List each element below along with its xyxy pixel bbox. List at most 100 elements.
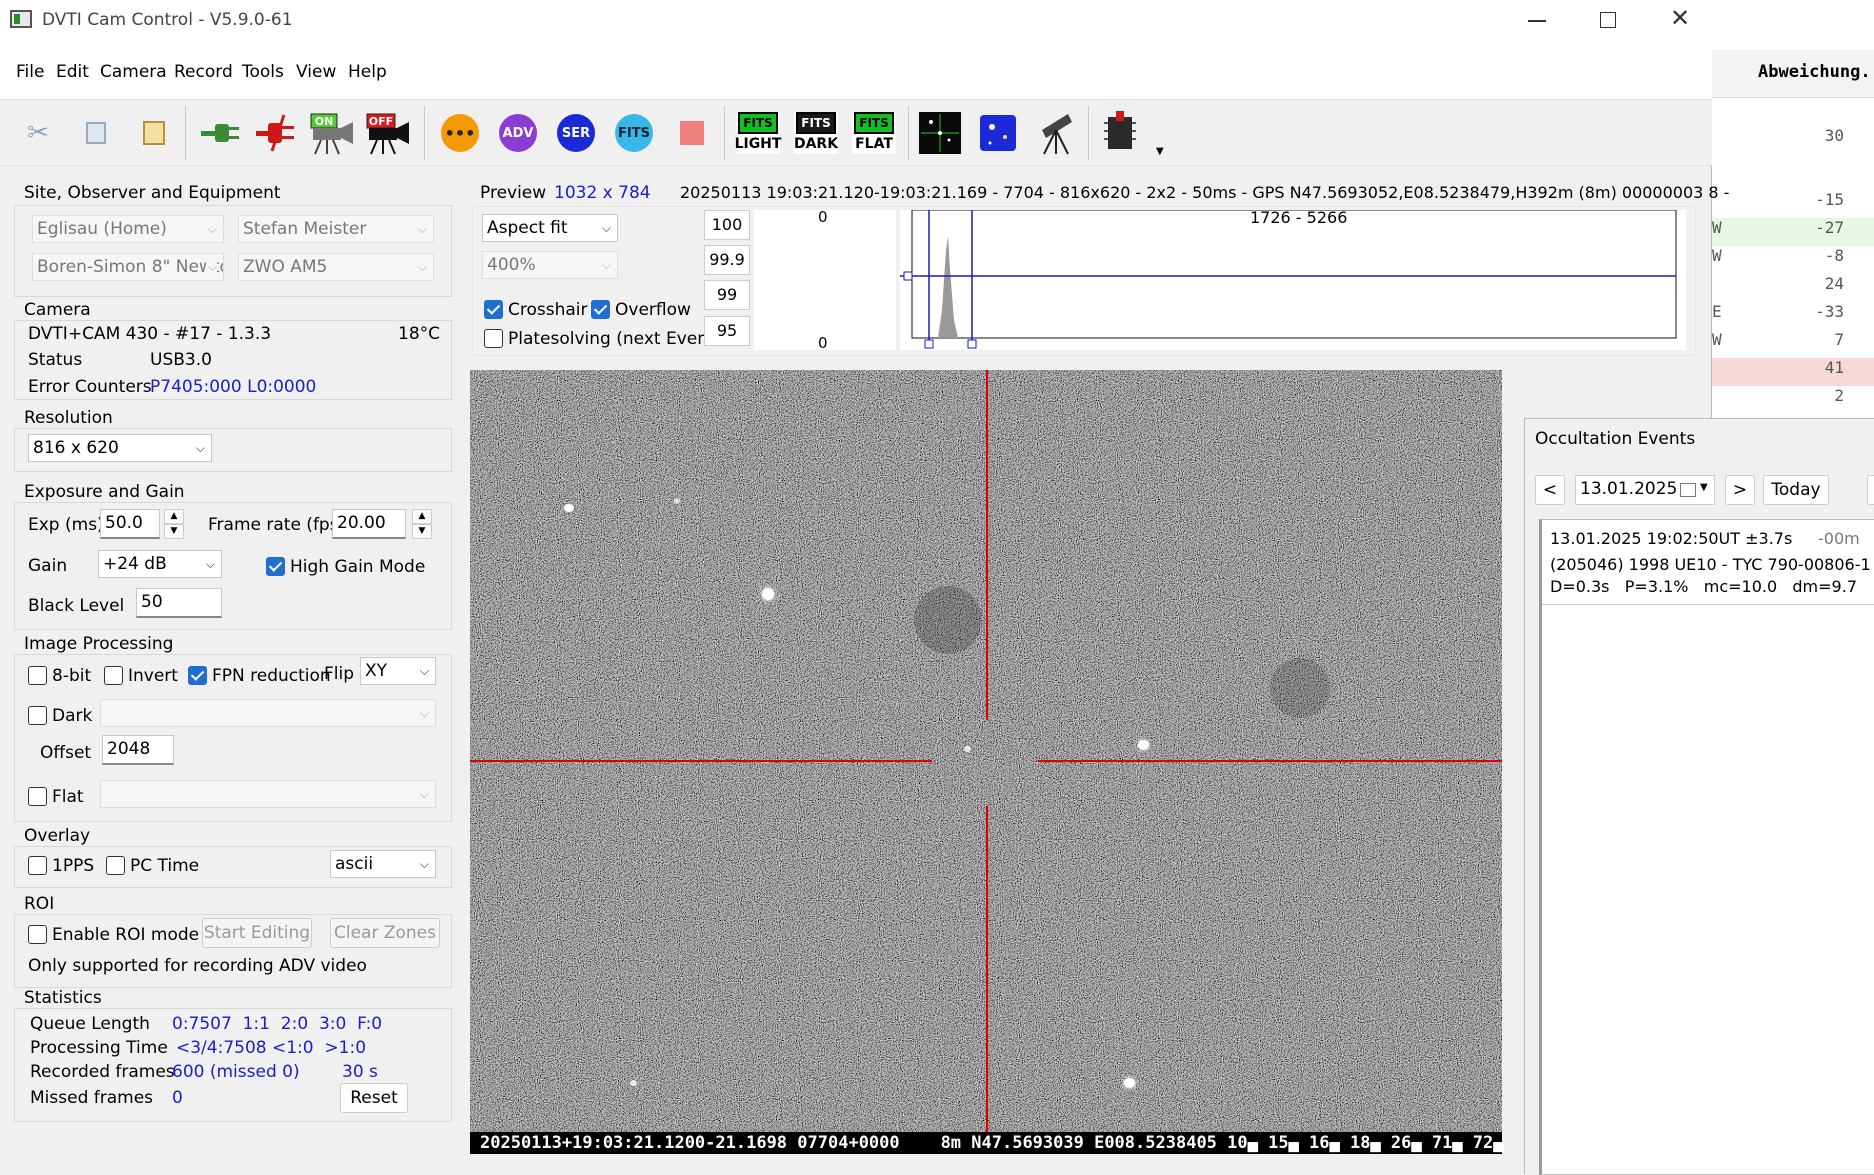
crosshair-horizontal-left — [470, 760, 932, 762]
telescope-select[interactable]: Boren-Simon 8" Newto ⌵ — [32, 253, 224, 281]
today-button[interactable]: Today — [1763, 475, 1829, 505]
exp-stepper[interactable]: ▲ ▼ — [164, 509, 184, 539]
record-dots-button[interactable]: ••• — [436, 108, 484, 158]
frame-info: 20250113 19:03:21.120-19:03:21.169 - 770… — [680, 183, 1730, 202]
fps-stepper[interactable]: ▲ ▼ — [412, 509, 432, 539]
flat-file-select[interactable]: ⌵ — [100, 780, 436, 808]
level-100-button[interactable]: 100 — [704, 210, 750, 240]
processing-time-value: <3/4:7508 <1:0 >1:0 — [176, 1038, 367, 1058]
camera-on-icon[interactable]: ON — [308, 108, 356, 158]
extra-button[interactable] — [1867, 475, 1874, 505]
maximize-icon[interactable] — [1600, 12, 1616, 28]
gain-select[interactable]: +24 dB ⌵ — [98, 550, 222, 578]
chevron-down-icon[interactable]: ▼ — [1700, 482, 1708, 493]
observer-select[interactable]: Stefan Meister ⌵ — [238, 215, 434, 243]
high-gain-checkbox[interactable] — [266, 557, 285, 576]
copy-icon[interactable] — [72, 108, 120, 158]
invert-checkbox[interactable] — [104, 666, 123, 685]
star-field-icon[interactable] — [916, 108, 964, 158]
next-date-button[interactable]: > — [1725, 475, 1755, 505]
menu-help[interactable]: Help — [348, 62, 387, 82]
crosshair-vertical-top — [986, 370, 988, 720]
roi-note: Only supported for recording ADV video — [28, 956, 367, 976]
calendar-icon[interactable] — [1680, 483, 1696, 497]
menu-tools[interactable]: Tools — [242, 62, 284, 82]
background-row: -15 — [1815, 190, 1844, 209]
menu-edit[interactable]: Edit — [56, 62, 89, 82]
black-level-input[interactable]: 50 — [136, 588, 222, 618]
chip-icon[interactable] — [1096, 108, 1144, 158]
preview-size: 1032 x 784 — [554, 183, 651, 203]
platesolving-checkbox[interactable] — [484, 329, 503, 348]
queue-length-value: 0:7507 1:1 2:0 3:0 F:0 — [172, 1014, 383, 1034]
error-counters-value: P7405:000 L0:0000 — [150, 377, 317, 397]
camera-model: DVTI+CAM 430 - #17 - 1.3.3 — [28, 324, 272, 344]
crosshair-vertical-bottom — [986, 806, 988, 1154]
overlay-mode-select[interactable]: ascii ⌵ — [330, 850, 436, 878]
close-icon[interactable]: ✕ — [1670, 4, 1690, 32]
zoom-select[interactable]: 400% ⌵ — [482, 251, 618, 279]
record-fits-button[interactable]: FITS — [610, 108, 658, 158]
menu-file[interactable]: File — [16, 62, 44, 82]
level-95-button[interactable]: 95 — [704, 316, 750, 346]
event-time: 13.01.2025 19:02:50UT ±3.7s — [1550, 529, 1793, 548]
mount-select[interactable]: ZWO AM5 ⌵ — [238, 253, 434, 281]
histogram-range: 1726 - 5266 — [1250, 208, 1348, 227]
exp-input[interactable]: 50.0 — [100, 509, 160, 539]
fit-mode-select[interactable]: Aspect fit ⌵ — [482, 214, 618, 242]
fps-input[interactable]: 20.00 — [332, 509, 406, 539]
site-select[interactable]: Eglisau (Home) ⌵ — [32, 215, 224, 243]
level-99.9-button[interactable]: 99.9 — [704, 245, 750, 275]
reset-button[interactable]: Reset — [340, 1083, 408, 1113]
event-item[interactable]: 13.01.2025 19:02:50UT ±3.7s -00m (205046… — [1542, 521, 1874, 605]
roi-enable-checkbox[interactable] — [28, 925, 47, 944]
minimize-icon[interactable] — [1528, 20, 1546, 22]
recorded-frames-label: Recorded frames — [30, 1062, 175, 1082]
histogram-panel[interactable] — [900, 199, 1686, 350]
fits-light-button[interactable]: FITS LIGHT — [734, 108, 782, 158]
previous-date-button[interactable]: < — [1535, 475, 1565, 505]
camera-off-icon[interactable]: OFF — [364, 108, 412, 158]
camera-preview-image[interactable] — [470, 370, 1502, 1154]
stop-button[interactable] — [668, 108, 716, 158]
dark-checkbox[interactable] — [28, 706, 47, 725]
1pps-checkbox[interactable] — [28, 856, 47, 875]
fpn-reduction-checkbox[interactable] — [188, 666, 207, 685]
clear-zones-button[interactable]: Clear Zones — [330, 918, 440, 948]
fits-flat-button[interactable]: FITS FLAT — [850, 108, 898, 158]
histogram-left-top-value: 0 — [818, 208, 828, 226]
disconnect-icon[interactable] — [252, 108, 300, 158]
toolbar-overflow-icon[interactable]: ▼ — [1156, 146, 1164, 157]
svg-text:OFF: OFF — [369, 115, 393, 128]
timestamp-overlay: 20250113+19:03:21.1200-21.1698 07704+000… — [470, 1132, 1504, 1154]
platesolve-icon[interactable] — [974, 108, 1022, 158]
overflow-checkbox[interactable] — [591, 300, 610, 319]
connect-icon[interactable] — [196, 108, 244, 158]
black-level-label: Black Level — [28, 596, 125, 616]
overflow-label: Overflow — [615, 300, 691, 320]
fits-dark-button[interactable]: FITS DARK — [792, 108, 840, 158]
flip-select[interactable]: XY ⌵ — [360, 657, 436, 685]
flat-checkbox[interactable] — [28, 787, 47, 806]
offset-input[interactable]: 2048 — [102, 735, 174, 765]
paste-icon[interactable] — [130, 108, 178, 158]
crosshair-checkbox[interactable] — [484, 300, 503, 319]
menu-camera[interactable]: Camera — [100, 62, 167, 82]
cut-icon[interactable]: ✂ — [14, 108, 62, 158]
record-ser-button[interactable]: SER — [552, 108, 600, 158]
telescope-icon[interactable] — [1032, 108, 1080, 158]
menu-view[interactable]: View — [296, 62, 336, 82]
menu-record[interactable]: Record — [174, 62, 233, 82]
toolbar-separator — [908, 106, 909, 160]
dark-file-select[interactable]: ⌵ — [100, 699, 436, 727]
level-99-button[interactable]: 99 — [704, 280, 750, 310]
8bit-checkbox[interactable] — [28, 666, 47, 685]
star — [1138, 740, 1149, 750]
preview-gap — [1502, 370, 1696, 418]
app-icon — [10, 10, 32, 28]
date-picker[interactable]: 13.01.2025 ▼ — [1575, 475, 1715, 505]
resolution-select[interactable]: 816 x 620 ⌵ — [28, 434, 212, 462]
pc-time-checkbox[interactable] — [106, 856, 125, 875]
start-editing-button[interactable]: Start Editing — [202, 918, 312, 948]
record-adv-button[interactable]: ADV — [494, 108, 542, 158]
